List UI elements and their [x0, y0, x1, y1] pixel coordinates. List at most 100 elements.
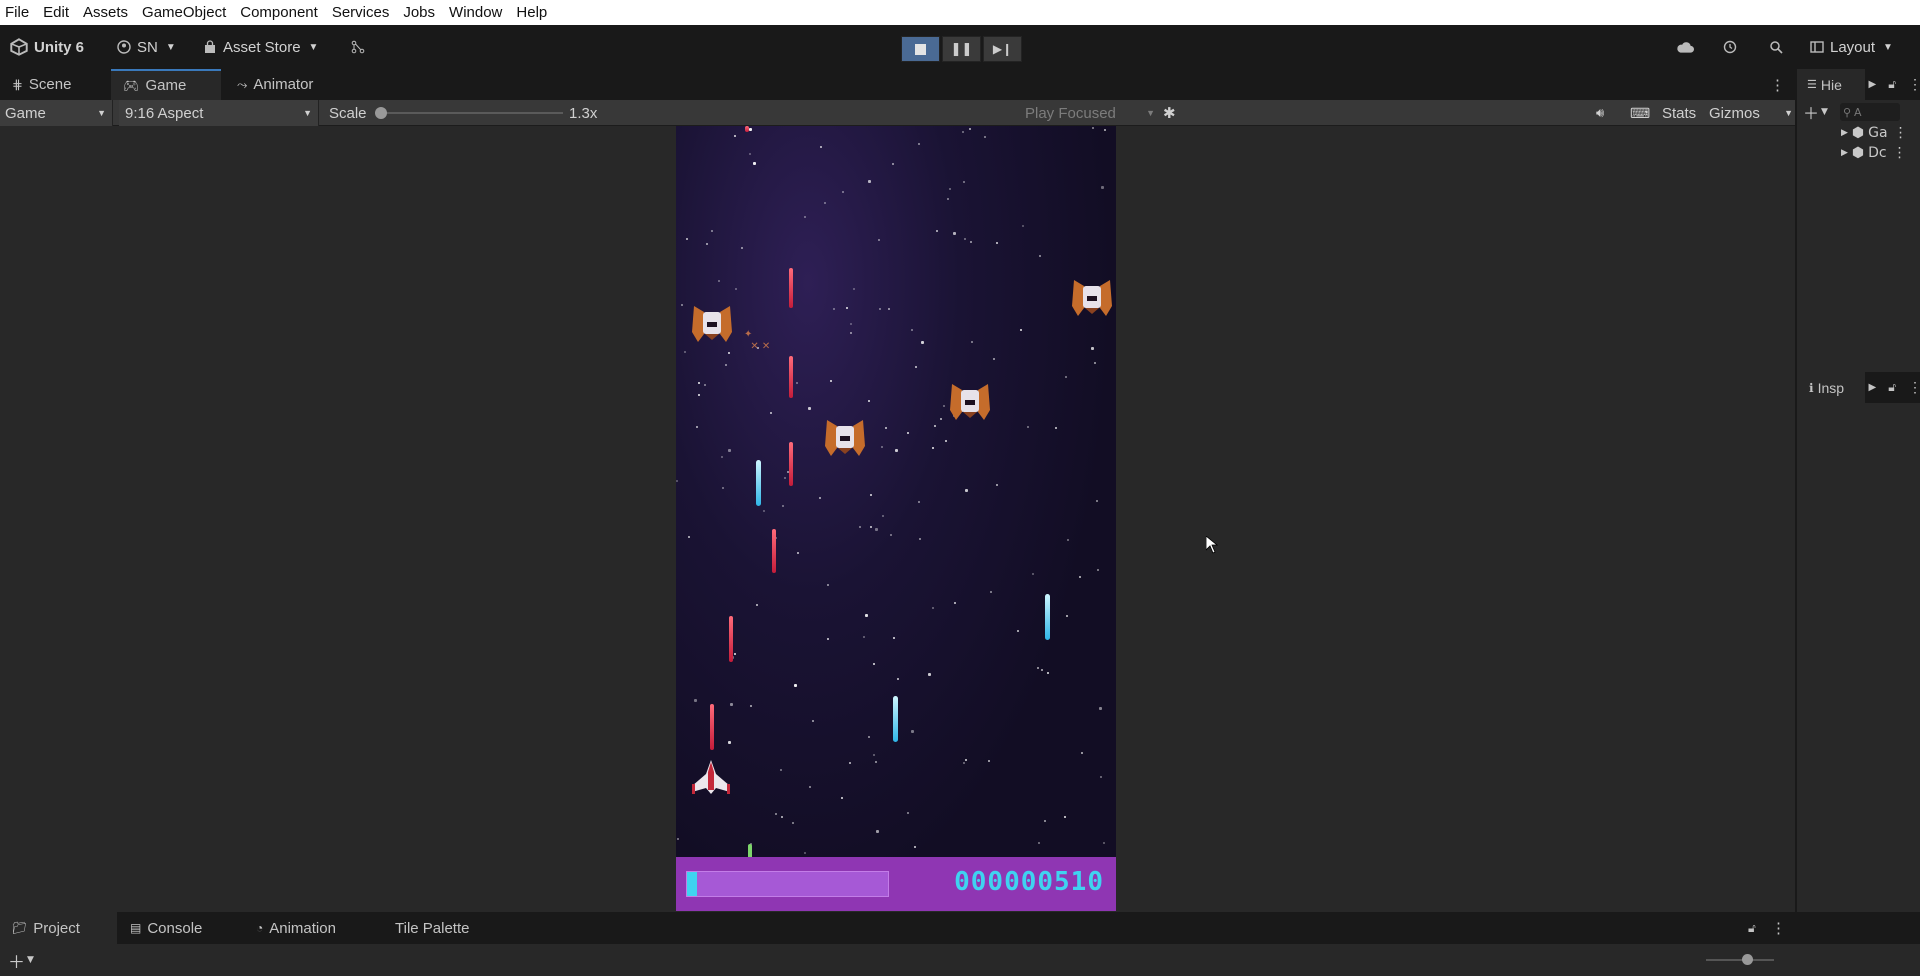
star — [1064, 816, 1066, 818]
display-label: Game — [5, 104, 46, 122]
star — [749, 128, 752, 131]
star — [1047, 672, 1049, 674]
star — [850, 332, 852, 334]
menu-edit[interactable]: Edit — [43, 4, 69, 21]
add-icon[interactable]: ＋ — [8, 948, 25, 973]
lock-icon: 🔓︎ — [1748, 920, 1756, 935]
menu-help[interactable]: Help — [516, 4, 547, 21]
lock-button[interactable]: 🔓︎ — [1748, 912, 1756, 944]
tab-game[interactable]: 🎮︎ Game — [111, 69, 221, 100]
play-mode-dropdown[interactable]: Play Focused ▼ — [1025, 100, 1155, 126]
kebab-menu-icon[interactable]: ⋮ — [1894, 125, 1908, 141]
menu-jobs[interactable]: Jobs — [403, 4, 435, 21]
star — [1091, 347, 1094, 350]
scale-slider[interactable] — [375, 100, 563, 126]
tab-animation[interactable]: ◔ Animation — [256, 912, 336, 944]
stats-button[interactable]: Stats — [1662, 100, 1696, 126]
zoom-slider[interactable] — [1706, 954, 1774, 965]
scale-slider-handle[interactable] — [375, 107, 387, 119]
star — [796, 382, 798, 384]
hierarchy-item[interactable]: ▶ ⬢ Dc ⋮ — [1841, 145, 1907, 161]
history-button[interactable] — [1723, 25, 1743, 69]
menu-window[interactable]: Window — [449, 4, 502, 21]
star — [934, 425, 936, 427]
star — [827, 638, 829, 640]
enemy-laser — [729, 616, 733, 662]
star — [1055, 427, 1057, 429]
star — [876, 830, 879, 833]
tab-animator[interactable]: ⤳ Animator — [233, 69, 343, 100]
kebab-menu-icon[interactable]: ⋮ — [1908, 379, 1920, 396]
game-screen[interactable]: ✦ ✕ ✕ 000000510 — [676, 126, 1116, 911]
menu-assets[interactable]: Assets — [83, 4, 128, 21]
star — [728, 352, 730, 354]
account-button[interactable]: SN ▼ — [117, 25, 176, 69]
player-laser — [756, 460, 761, 506]
bottom-menu-button[interactable]: ⋮ — [1771, 912, 1786, 944]
chevron-right-icon: ▶ — [1841, 128, 1848, 138]
star — [1027, 426, 1029, 428]
star — [873, 663, 875, 665]
chevron-down-icon: ▼ — [97, 108, 106, 118]
mute-audio-button[interactable]: 🔊︎ — [1596, 100, 1604, 126]
debug-button[interactable]: ✱ — [1163, 100, 1176, 126]
tab-menu-button[interactable]: ⋮ — [1770, 69, 1790, 100]
star — [735, 288, 737, 290]
menu-component[interactable]: Component — [240, 4, 318, 21]
star — [804, 216, 806, 218]
version-control-button[interactable] — [351, 25, 371, 69]
gizmos-dropdown[interactable]: Gizmos ▼ — [1709, 100, 1793, 126]
enemy-ship — [692, 306, 732, 342]
star — [868, 400, 870, 402]
star — [681, 304, 683, 306]
zoom-slider-handle[interactable] — [1742, 954, 1753, 965]
search-button[interactable] — [1769, 25, 1789, 69]
tab-project[interactable]: 📁︎ Project — [0, 912, 117, 944]
layout-dropdown[interactable]: Layout ▼ — [1810, 25, 1893, 69]
menu-gameobject[interactable]: GameObject — [142, 4, 226, 21]
chevron-right-icon: ▶ — [1841, 148, 1848, 158]
add-icon[interactable]: ＋ — [1803, 100, 1819, 124]
pause-button[interactable]: ❚❚ — [942, 36, 981, 62]
step-button[interactable]: ▶❙ — [983, 36, 1022, 62]
gamepad-icon: 🎮︎ — [123, 77, 140, 93]
chevron-down-icon: ▼ — [1821, 107, 1828, 117]
tab-inspector[interactable]: ℹ Insp ▶ 🔓︎ ⋮ — [1797, 372, 1920, 403]
tab-tile-palette[interactable]: Tile Palette — [395, 912, 469, 944]
star — [794, 684, 797, 687]
chevron-down-icon: ▼ — [308, 41, 319, 53]
kebab-menu-icon[interactable]: ⋮ — [1893, 145, 1907, 161]
star — [911, 329, 913, 331]
star — [1104, 129, 1106, 131]
tab-tile-palette-label: Tile Palette — [395, 919, 470, 937]
menu-file[interactable]: File — [5, 4, 29, 21]
keyboard-button[interactable]: ⌨ — [1630, 100, 1650, 126]
hierarchy-item[interactable]: ▶ ⬢ Ga ⋮ — [1841, 125, 1908, 141]
tab-hierarchy[interactable]: ☰ Hie ▶ 🔓︎ ⋮ — [1797, 69, 1920, 100]
menu-services[interactable]: Services — [332, 4, 390, 21]
star — [1065, 376, 1067, 378]
asset-store-button[interactable]: Asset Store ▼ — [203, 25, 318, 69]
star — [749, 153, 751, 155]
star — [688, 536, 690, 538]
tab-scene[interactable]: ⋕ Scene — [8, 69, 108, 100]
star — [841, 797, 843, 799]
display-dropdown[interactable]: Game ▼ — [0, 100, 113, 126]
health-bar — [686, 871, 889, 897]
aspect-dropdown[interactable]: 9:16 Aspect ▼ — [119, 100, 319, 126]
play-button[interactable] — [901, 36, 940, 62]
search-input[interactable]: ⚲ A — [1839, 103, 1900, 121]
tab-hierarchy-inner: ☰ Hie — [1797, 69, 1865, 100]
kebab-menu-icon[interactable]: ⋮ — [1908, 76, 1920, 93]
unity-logo-button[interactable]: Unity 6 — [10, 25, 84, 69]
star — [918, 143, 920, 145]
player-laser — [893, 696, 898, 742]
lock-icon[interactable]: 🔓︎ — [1888, 77, 1896, 92]
lock-icon[interactable]: 🔓︎ — [1888, 380, 1896, 395]
cloud-button[interactable] — [1676, 25, 1700, 69]
step-icon: ▶❙ — [992, 42, 1013, 56]
tab-console[interactable]: ▤ Console — [130, 912, 202, 944]
star — [1044, 820, 1046, 822]
star — [728, 449, 731, 452]
star — [1103, 842, 1105, 844]
